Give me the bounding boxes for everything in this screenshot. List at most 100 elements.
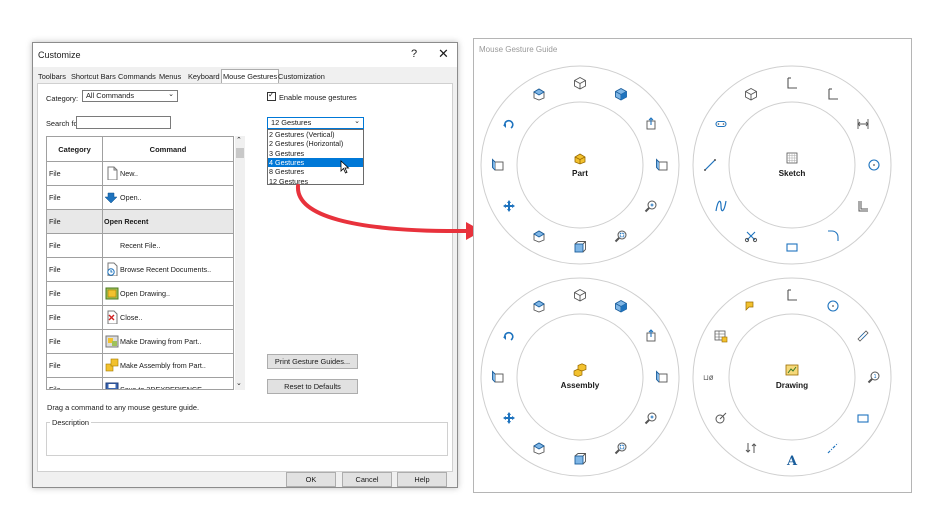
rotate-icon[interactable] (502, 329, 516, 343)
table-row[interactable]: File Open Drawing.. (47, 282, 233, 306)
table-scrollbar[interactable]: ⌃ ⌄ (235, 136, 245, 390)
corner-rect-icon[interactable] (785, 76, 799, 90)
mark-icon[interactable] (714, 411, 728, 425)
scroll-up-icon[interactable]: ⌃ (236, 136, 242, 144)
zoom-area-icon[interactable] (614, 229, 628, 243)
column-header-category[interactable]: Category (47, 137, 103, 162)
table-row[interactable]: File New.. (47, 162, 233, 186)
table-row[interactable]: File Open.. (47, 186, 233, 210)
ring-label: Assembly (560, 381, 600, 390)
right-view-icon[interactable] (655, 370, 669, 384)
table-row[interactable]: File Make Drawing from Part.. (47, 330, 233, 354)
top-view-icon[interactable] (532, 87, 546, 101)
line-icon[interactable] (703, 158, 717, 172)
help-button[interactable]: Help (397, 472, 447, 487)
tab-mouse-gestures[interactable]: Mouse Gestures (221, 69, 280, 83)
table-row[interactable]: File Browse Recent Documents.. (47, 258, 233, 282)
swap-icon[interactable] (744, 441, 758, 455)
zoom-fit-icon[interactable] (644, 199, 658, 213)
top-view-icon[interactable] (532, 441, 546, 455)
normal-to-icon[interactable] (644, 329, 658, 343)
normal-to-icon[interactable] (644, 117, 658, 131)
front-view-icon[interactable] (573, 452, 587, 466)
tab-commands[interactable]: Commands (117, 71, 157, 82)
row-command: Browse Recent Documents.. (120, 265, 212, 274)
table-row[interactable]: File Save to 3DEXPERIENCE (47, 378, 233, 390)
iso-cube-icon[interactable] (573, 288, 587, 302)
top-view-icon[interactable] (532, 299, 546, 313)
cancel-button[interactable]: Cancel (342, 472, 392, 487)
view-cube-blue-icon[interactable] (614, 87, 628, 101)
tab-customization[interactable]: Customization (277, 71, 326, 82)
close-icon[interactable]: ✕ (438, 46, 449, 62)
row-category: File (49, 241, 61, 250)
tab-shortcut-bars[interactable]: Shortcut Bars (70, 71, 117, 82)
top-view-icon[interactable] (532, 229, 546, 243)
scroll-down-icon[interactable]: ⌄ (236, 379, 242, 387)
help-icon[interactable]: ? (411, 48, 417, 60)
tab-menus[interactable]: Menus (158, 71, 182, 82)
pan-icon[interactable] (502, 199, 516, 213)
category-select[interactable]: All Commands ⌄ (82, 90, 178, 102)
right-view-icon[interactable] (491, 158, 505, 172)
table-row[interactable]: File Open Recent (47, 210, 233, 234)
row-category: File (49, 169, 61, 178)
fillet-icon[interactable] (826, 229, 840, 243)
dialog-title-bar[interactable]: Customize ? ✕ (33, 43, 457, 67)
row-category: File (49, 361, 61, 370)
iso-cube-icon[interactable] (744, 87, 758, 101)
gesture-option[interactable]: 3 Gestures (268, 149, 363, 158)
enable-gestures-checkbox[interactable]: ✓ (267, 90, 276, 101)
right-view-icon[interactable] (491, 370, 505, 384)
slot-icon[interactable] (714, 117, 728, 131)
circle-icon[interactable] (867, 158, 881, 172)
rectangle-icon[interactable] (785, 240, 799, 254)
centerline-icon[interactable] (826, 441, 840, 455)
gesture-option[interactable]: 2 Gestures (Horizontal) (268, 139, 363, 148)
table-icon[interactable] (714, 329, 728, 343)
row-category: File (49, 385, 61, 390)
diameter-text-icon[interactable]: ⊔ø (703, 370, 717, 384)
table-row[interactable]: File Recent File.. (47, 234, 233, 258)
row-command: New.. (120, 169, 138, 178)
hatch-icon[interactable] (856, 329, 870, 343)
gesture-count-select[interactable]: 12 Gestures ⌄ (267, 117, 364, 129)
make-assembly-icon (105, 358, 119, 373)
iso-cube-icon[interactable] (573, 76, 587, 90)
view-cube-blue-icon[interactable] (614, 299, 628, 313)
row-category: File (49, 337, 61, 346)
front-view-icon[interactable] (573, 240, 587, 254)
note-icon[interactable] (744, 299, 758, 313)
dialog-title: Customize (38, 50, 81, 60)
guide-title: Mouse Gesture Guide (479, 45, 558, 54)
right-view-icon[interactable] (655, 158, 669, 172)
zoom-area-icon[interactable] (614, 441, 628, 455)
column-header-command[interactable]: Command (103, 137, 233, 162)
offset-icon[interactable] (856, 199, 870, 213)
table-row[interactable]: File Make Assembly from Part.. (47, 354, 233, 378)
reset-to-defaults-button[interactable]: Reset to Defaults (267, 379, 358, 394)
dim-icon[interactable] (856, 117, 870, 131)
spline-icon[interactable] (714, 199, 728, 213)
text-a-icon[interactable]: A (785, 452, 799, 469)
trim-icon[interactable] (744, 229, 758, 243)
pan-icon[interactable] (502, 411, 516, 425)
detail-view-icon[interactable]: 1 (867, 370, 881, 384)
corner-rect-icon[interactable] (785, 288, 799, 302)
circle-icon[interactable] (826, 299, 840, 313)
rectangle-icon[interactable] (856, 411, 870, 425)
zoom-fit-icon[interactable] (644, 411, 658, 425)
tab-toolbars[interactable]: Toolbars (37, 71, 67, 82)
rotate-icon[interactable] (502, 117, 516, 131)
print-gesture-guides-button[interactable]: Print Gesture Guides... (267, 354, 358, 369)
ok-button[interactable]: OK (286, 472, 336, 487)
search-input[interactable] (76, 116, 171, 129)
gesture-option[interactable]: 2 Gestures (Vertical) (268, 130, 363, 139)
gesture-count-value: 12 Gestures (271, 118, 312, 127)
tab-keyboard[interactable]: Keyboard (187, 71, 221, 82)
column-divider (102, 162, 103, 186)
enable-gestures-label: Enable mouse gestures (279, 93, 357, 102)
corner-rect-icon[interactable] (826, 87, 840, 101)
table-row[interactable]: File Close.. (47, 306, 233, 330)
scrollbar-thumb[interactable] (236, 148, 244, 158)
